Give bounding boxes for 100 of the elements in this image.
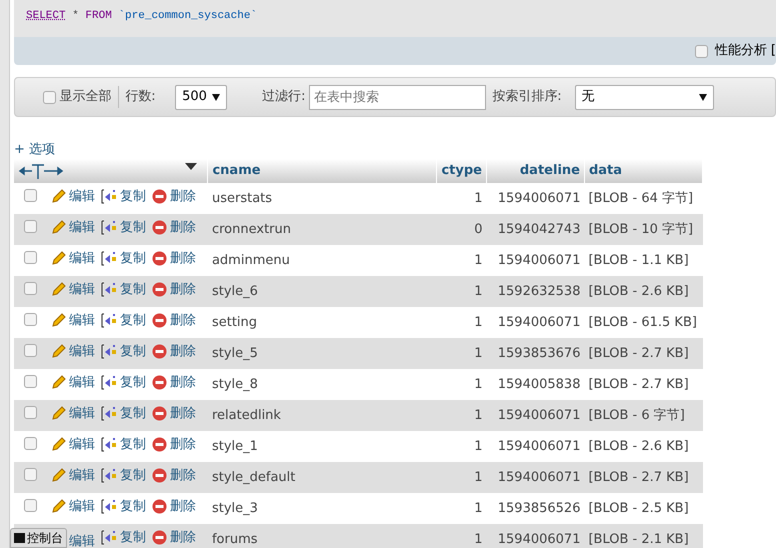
sort-label: 按索引排序: [492, 88, 562, 106]
table-cell: 1 [436, 462, 486, 493]
checkbox[interactable] [24, 498, 37, 512]
table-cell: 0 [436, 214, 486, 245]
action-link[interactable]: 编辑 [68, 532, 95, 548]
action-link[interactable]: 编辑 [50, 404, 95, 424]
table-cell: cronnextrun [208, 214, 437, 245]
column-header[interactable]: data [584, 159, 702, 183]
action-link[interactable]: 编辑 [50, 342, 95, 362]
action-link[interactable]: 编辑 [50, 248, 95, 268]
column-header[interactable]: ctype [436, 159, 486, 183]
show-all-label: 显示全部 [59, 88, 112, 106]
column-header[interactable]: cname [208, 159, 437, 183]
checkbox[interactable] [43, 90, 56, 104]
action-link[interactable]: 复制 [100, 310, 146, 330]
pencil-icon [50, 282, 66, 297]
table-cell: 1 [436, 183, 486, 214]
checkbox[interactable] [24, 436, 37, 450]
action-link[interactable]: 删除 [152, 434, 196, 454]
action-link[interactable]: 复制 [100, 186, 146, 206]
delete-icon [152, 282, 167, 297]
action-link[interactable]: 编辑 [50, 466, 95, 486]
caret-icon [698, 94, 707, 100]
action-link[interactable]: 复制 [100, 218, 146, 238]
filter-field[interactable]: 在表中搜索 [308, 84, 486, 110]
action-link[interactable]: 删除 [152, 342, 196, 362]
action-link[interactable]: 复制 [100, 528, 146, 548]
action-link[interactable]: 编辑 [50, 434, 95, 454]
table-cell: 1 [436, 245, 486, 276]
table-cell: style_8 [208, 369, 437, 400]
pencil-icon [50, 188, 66, 204]
rows-select[interactable]: 500 [175, 84, 228, 110]
action-link[interactable]: 编辑 [50, 372, 95, 392]
action-link[interactable]: 复制 [100, 466, 146, 486]
copy-row-icon [100, 436, 117, 452]
action-link[interactable]: 删除 [152, 404, 196, 424]
action-link[interactable]: 删除 [152, 310, 196, 330]
checkbox[interactable] [24, 312, 37, 326]
delete-icon [152, 498, 167, 514]
action-link[interactable]: 复制 [100, 496, 146, 516]
pencil-icon [50, 220, 66, 235]
checkbox[interactable] [24, 344, 37, 357]
pencil-icon [50, 406, 66, 421]
table-cell: [BLOB - 2.5 KB] [584, 493, 702, 524]
action-link[interactable]: 复制 [100, 248, 146, 268]
checkbox[interactable] [24, 374, 37, 388]
checkbox[interactable] [695, 44, 708, 58]
action-link[interactable]: 删除 [152, 466, 196, 486]
pencil-icon [50, 312, 66, 328]
action-link[interactable]: 删除 [152, 528, 196, 548]
checkbox[interactable] [24, 406, 37, 419]
column-header[interactable]: dateline [486, 159, 584, 183]
table-cell: [BLOB - 61.5 KB] [584, 307, 702, 338]
table-cell: userstats [208, 183, 437, 214]
action-link[interactable]: 编辑 [50, 496, 95, 516]
action-link[interactable]: 复制 [100, 372, 146, 392]
table-cell: 1594006071 [486, 307, 584, 338]
action-link[interactable]: 复制 [100, 434, 146, 454]
action-link[interactable]: 编辑 [50, 186, 95, 206]
console-button[interactable]: 控制台 [10, 528, 67, 548]
delete-icon [152, 250, 167, 266]
checkbox[interactable] [24, 188, 37, 202]
delete-icon [152, 344, 167, 359]
table-cell: 1594042743 [486, 214, 584, 245]
action-link[interactable]: 删除 [152, 496, 196, 516]
action-link[interactable]: 复制 [100, 280, 146, 300]
column-resize-icon[interactable] [18, 162, 66, 180]
action-link[interactable]: 复制 [100, 342, 146, 362]
copy-row-icon [100, 468, 117, 483]
delete-icon [152, 312, 167, 328]
sort-caret-icon[interactable] [185, 163, 198, 171]
table-cell: 1592632538 [486, 276, 584, 307]
pencil-icon [50, 498, 66, 514]
action-link[interactable]: 删除 [152, 248, 196, 268]
table-cell: style_5 [208, 338, 437, 369]
table-cell: 1 [436, 400, 486, 431]
table-cell: [BLOB - 6 字节] [584, 400, 702, 431]
checkbox[interactable] [24, 468, 37, 481]
action-link[interactable]: 删除 [152, 372, 196, 392]
sort-select[interactable]: 无 [574, 84, 714, 110]
table-cell: 1594006071 [486, 245, 584, 276]
table-cell: 1594006071 [486, 431, 584, 462]
checkbox[interactable] [24, 220, 37, 233]
action-link[interactable]: 编辑 [50, 218, 95, 238]
action-link[interactable]: 编辑 [50, 280, 95, 300]
copy-row-icon [100, 374, 117, 390]
action-link[interactable]: 删除 [152, 186, 196, 206]
delete-icon [152, 468, 167, 483]
checkbox[interactable] [24, 282, 37, 295]
action-link[interactable]: 删除 [152, 218, 196, 238]
action-link[interactable]: 删除 [152, 280, 196, 300]
checkbox[interactable] [24, 250, 37, 264]
action-link[interactable]: 复制 [100, 404, 146, 424]
table-cell: style_6 [208, 276, 437, 307]
options-link[interactable]: + 选项 [14, 141, 776, 159]
profiling-label: 性能分析 [ [714, 42, 776, 60]
action-link[interactable]: 编辑 [50, 310, 95, 330]
delete-icon [152, 220, 167, 235]
table-cell: setting [208, 307, 437, 338]
table-cell: [BLOB - 2.7 KB] [584, 369, 702, 400]
